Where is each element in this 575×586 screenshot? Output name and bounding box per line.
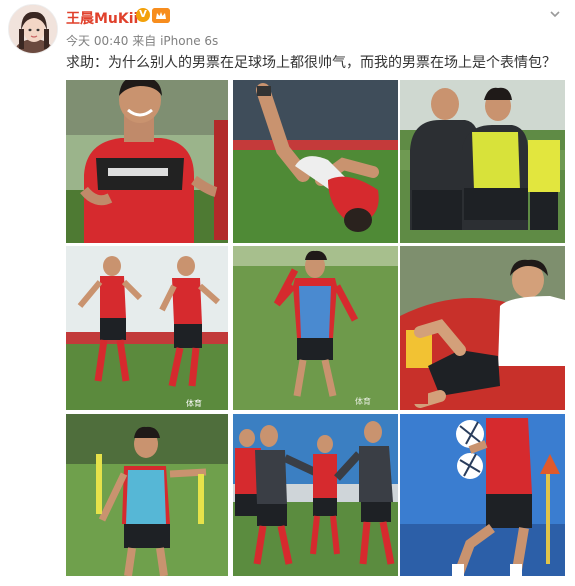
- avatar-image: [9, 5, 57, 53]
- post-meta: 今天 00:40 来自 iPhone 6s: [66, 32, 218, 49]
- photo-6[interactable]: [400, 246, 565, 410]
- username-link[interactable]: 王晨MuKii: [66, 8, 138, 28]
- photo-3[interactable]: [400, 80, 565, 243]
- chevron-down-icon[interactable]: [548, 6, 562, 20]
- photo-1[interactable]: [66, 80, 228, 243]
- svg-text:体育: 体育: [186, 398, 202, 408]
- source-device[interactable]: iPhone 6s: [160, 34, 218, 48]
- photo-8[interactable]: [233, 414, 398, 576]
- avatar[interactable]: [8, 4, 58, 54]
- watermark-text: 体育: [355, 397, 371, 406]
- photo-7[interactable]: [66, 414, 228, 576]
- photo-2[interactable]: [233, 80, 398, 243]
- verified-v-icon: V: [136, 8, 150, 22]
- level-crown-icon: [152, 8, 170, 23]
- photo-4[interactable]: 体育: [66, 246, 228, 410]
- post-timestamp[interactable]: 今天 00:40: [66, 34, 128, 48]
- photo-9[interactable]: [400, 414, 565, 576]
- photo-5[interactable]: 体育: [233, 246, 398, 410]
- post-text: 求助：为什么别人的男票在足球场上都很帅气，而我的男票在场上是个表情包？: [66, 55, 556, 71]
- source-prefix: 来自: [132, 34, 157, 48]
